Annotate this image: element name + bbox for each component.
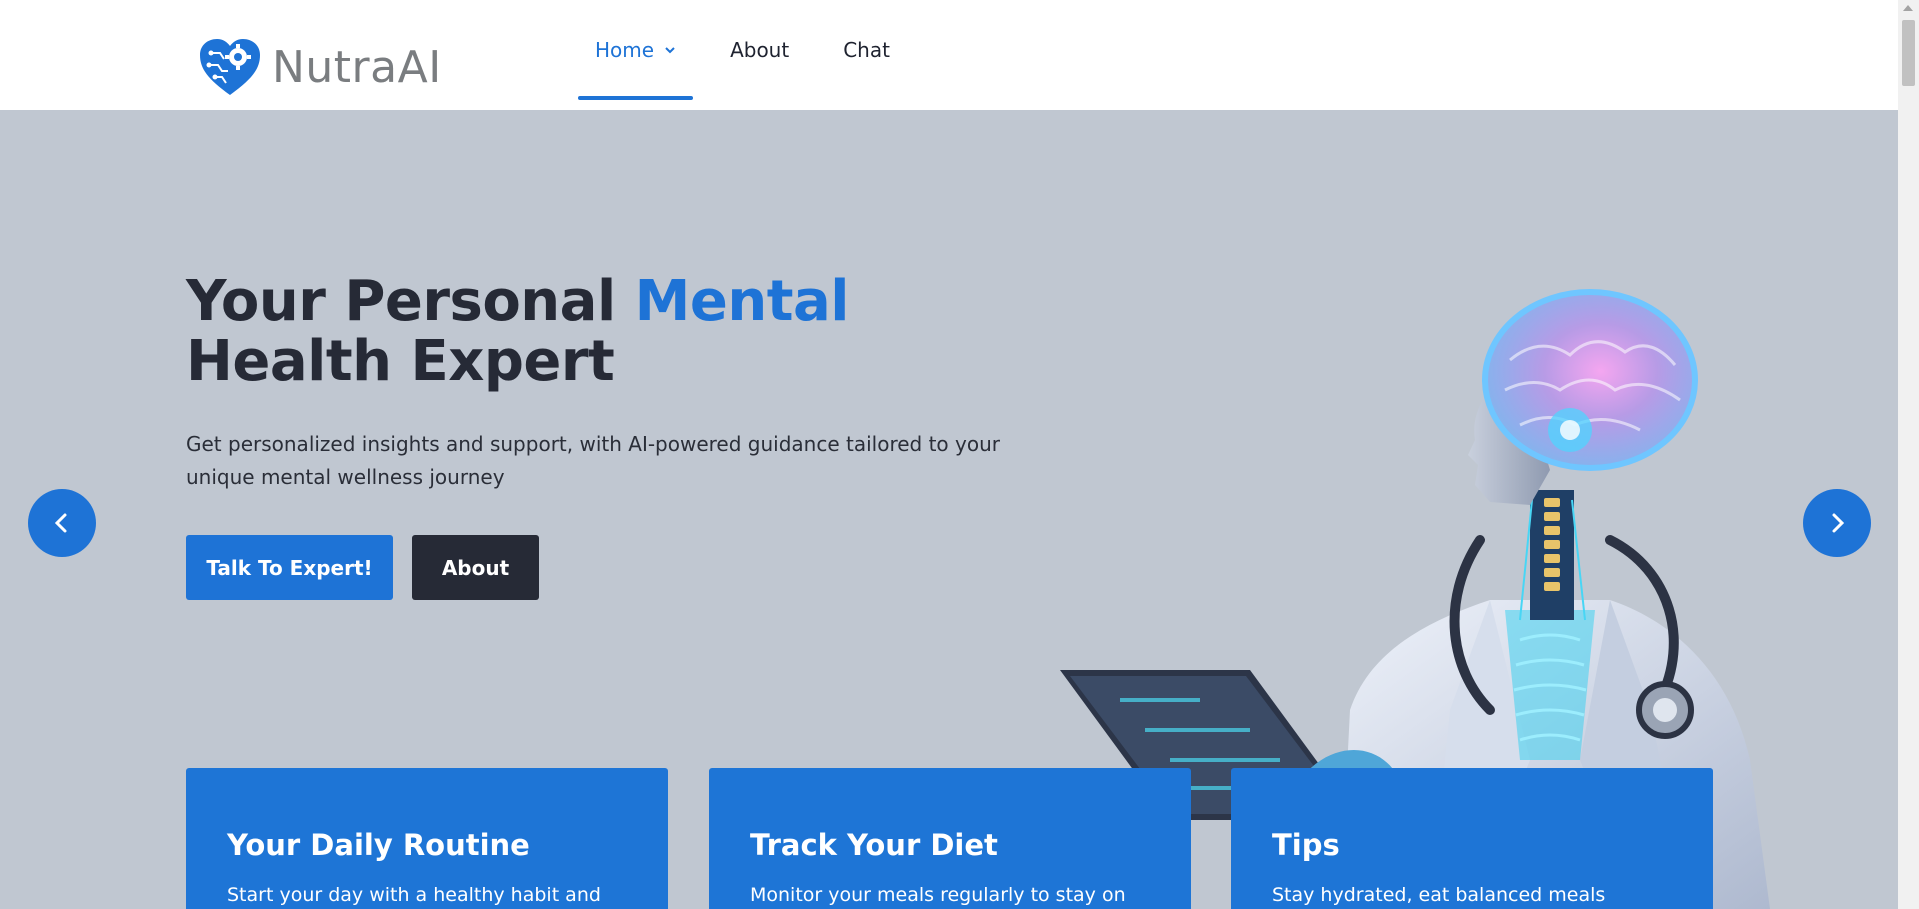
card-title: Your Daily Routine xyxy=(227,828,530,862)
talk-to-expert-button[interactable]: Talk To Expert! xyxy=(186,535,393,600)
hero-title-part1: Your Personal xyxy=(186,269,616,334)
scroll-up-arrow-icon[interactable] xyxy=(1903,5,1913,11)
chevron-left-icon xyxy=(54,513,67,533)
feature-card-tips[interactable]: Tips Stay hydrated, eat balanced meals xyxy=(1231,768,1713,909)
nav-item-about[interactable]: About xyxy=(713,0,806,100)
about-button[interactable]: About xyxy=(412,535,539,600)
nav-item-home[interactable]: Home xyxy=(578,0,694,100)
scrollbar-thumb[interactable] xyxy=(1902,20,1915,86)
card-text: Start your day with a healthy habit and xyxy=(227,884,601,906)
feature-card-track-diet[interactable]: Track Your Diet Monitor your meals regul… xyxy=(709,768,1191,909)
carousel-next-button[interactable] xyxy=(1803,489,1871,557)
nav-item-home-label: Home xyxy=(595,38,655,62)
feature-card-daily-routine[interactable]: Your Daily Routine Start your day with a… xyxy=(186,768,668,909)
hero-title: Your Personal Mental Health Expert xyxy=(186,272,1006,392)
card-title: Track Your Diet xyxy=(750,828,998,862)
hero-title-part2: Health Expert xyxy=(186,329,615,394)
site-header: NutraAI Home About Chat xyxy=(0,0,1898,110)
brand-name: NutraAI xyxy=(272,41,442,93)
hero-title-accent: Mental xyxy=(634,269,850,334)
nav-item-about-label: About xyxy=(730,38,790,62)
card-text: Stay hydrated, eat balanced meals xyxy=(1272,884,1606,906)
hero-subtitle: Get personalized insights and support, w… xyxy=(186,432,1000,489)
page-scrollbar[interactable] xyxy=(1898,0,1919,909)
carousel-prev-button[interactable] xyxy=(28,489,96,557)
card-title: Tips xyxy=(1272,828,1340,862)
hero-carousel: Your Personal Mental Health Expert Get p… xyxy=(0,110,1898,909)
main-nav: Home About Chat xyxy=(578,0,927,110)
nav-item-chat[interactable]: Chat xyxy=(826,0,907,100)
chevron-right-icon xyxy=(1832,513,1845,533)
brand-logo[interactable]: NutraAI xyxy=(198,37,442,97)
chevron-down-icon xyxy=(665,47,675,54)
heart-gear-circuit-icon xyxy=(200,39,260,95)
card-text: Monitor your meals regularly to stay on xyxy=(750,884,1126,906)
nav-item-chat-label: Chat xyxy=(843,38,890,62)
